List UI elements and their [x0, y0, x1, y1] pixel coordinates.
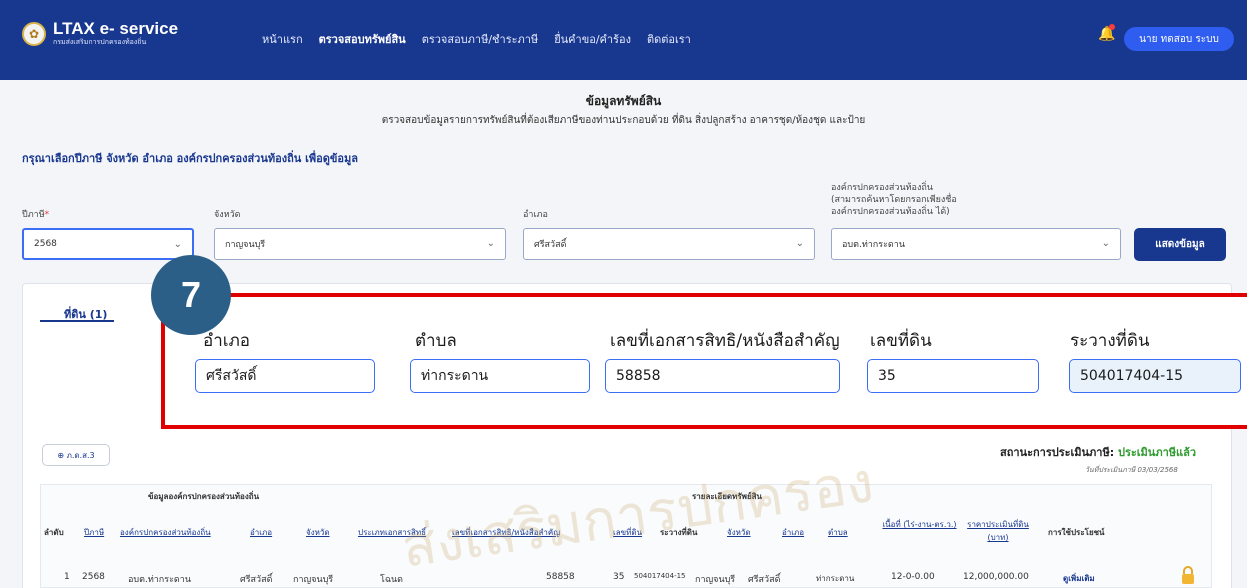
- cell-doc-no: 58858: [546, 572, 575, 582]
- detail-landno-label: เลขที่ดิน: [870, 331, 932, 351]
- table-group-detail: รายละเอียดทรัพย์สิน: [692, 492, 762, 501]
- cell-year: 2568: [82, 572, 105, 582]
- year-select[interactable]: 2568 ⌄: [22, 228, 194, 260]
- province-label: จังหวัด: [214, 210, 241, 220]
- detail-docno-label: เลขที่เอกสารสิทธิ/หนังสือสำคัญ: [610, 331, 840, 351]
- pds3-doc-button[interactable]: ⊕ ภ.ด.ส.3: [42, 444, 110, 466]
- district-select[interactable]: ศรีสวัสดิ์ ⌄: [523, 228, 815, 260]
- col-doc-no[interactable]: เลขที่เอกสารสิทธิ/หนังสือสำคัญ: [452, 526, 560, 539]
- logo-subtitle: กรมส่งเสริมการปกครองท้องถิ่น: [53, 38, 147, 46]
- main-nav: หน้าแรก ตรวจสอบทรัพย์สิน ตรวจสอบภาษี/ชำร…: [262, 30, 707, 48]
- chevron-down-icon: ⌄: [173, 239, 182, 250]
- detail-subdistrict-field[interactable]: ท่ากระดาน: [410, 359, 590, 393]
- cell-org: อบต.ท่ากระดาน: [128, 575, 191, 585]
- assessment-status: สถานะการประเมินภาษี: ประเมินภาษีแล้ว: [1000, 446, 1196, 459]
- cell-survey: 504017404-15: [634, 572, 686, 580]
- cell-province-2: กาญจนบุรี: [695, 575, 736, 585]
- tab-active-indicator: [40, 320, 114, 322]
- detail-landno-field[interactable]: 35: [867, 359, 1039, 393]
- chevron-down-icon: ⌄: [1101, 238, 1110, 249]
- page-subtitle: ตรวจสอบข้อมูลรายการทรัพย์สินที่ต้องเสียภ…: [381, 115, 866, 126]
- detail-highlight-box: อำเภอ ตำบล เลขที่เอกสารสิทธิ/หนังสือสำคั…: [161, 293, 1247, 429]
- cell-district-2: ศรีสวัสดิ์: [748, 575, 781, 585]
- col-district-2[interactable]: อำเภอ: [782, 526, 804, 539]
- detail-district-label: อำเภอ: [203, 331, 250, 351]
- cell-subdistrict: ท่ากระดาน: [816, 574, 855, 583]
- detail-subdistrict-label: ตำบล: [415, 331, 457, 351]
- col-province-2[interactable]: จังหวัด: [727, 526, 751, 539]
- lock-icon[interactable]: [1181, 566, 1195, 584]
- assessment-date: วันที่ประเมินภาษี 03/03/2568: [1085, 466, 1178, 474]
- nav-requests[interactable]: ยื่นคำขอ/คำร้อง: [554, 30, 631, 48]
- cell-doc-type: โฉนด: [380, 575, 403, 585]
- org-label: องค์กรปกครองส่วนท้องถิ่น (สามารถค้นหาโดย…: [831, 183, 957, 217]
- top-navbar: ✿ LTAX e- service กรมส่งเสริมการปกครองท้…: [0, 0, 1247, 80]
- col-index: ลำดับ: [44, 528, 64, 537]
- chevron-down-icon: ⌄: [795, 238, 804, 249]
- detail-survey-field[interactable]: 504017404-15: [1069, 359, 1241, 393]
- cell-province: กาญจนบุรี: [293, 575, 334, 585]
- district-label: อำเภอ: [523, 210, 548, 220]
- col-appraisal[interactable]: ราคาประเมินที่ดิน (บาท): [963, 518, 1033, 544]
- detail-survey-label: ระวางที่ดิน: [1070, 331, 1150, 351]
- col-year[interactable]: ปีภาษี: [84, 526, 104, 539]
- col-province[interactable]: จังหวัด: [306, 526, 330, 539]
- filter-instruction: กรุณาเลือกปีภาษี จังหวัด อำเภอ องค์กรปกค…: [22, 152, 358, 165]
- nav-home[interactable]: หน้าแรก: [262, 30, 303, 48]
- cell-land-no: 35: [613, 572, 625, 582]
- user-menu-button[interactable]: นาย ทดสอบ ระบบ: [1124, 27, 1234, 51]
- col-land-no[interactable]: เลขที่ดิน: [613, 526, 642, 539]
- cell-district: ศรีสวัสดิ์: [240, 575, 273, 585]
- logo-title: LTAX e- service: [53, 19, 179, 38]
- col-subdistrict[interactable]: ตำบล: [828, 526, 848, 539]
- col-district[interactable]: อำเภอ: [250, 526, 272, 539]
- nav-check-property[interactable]: ตรวจสอบทรัพย์สิน: [319, 30, 406, 48]
- cell-index: 1: [64, 572, 70, 582]
- show-data-button[interactable]: แสดงข้อมูล: [1134, 228, 1226, 261]
- view-more-link[interactable]: ดูเพิ่มเติม: [1063, 572, 1095, 585]
- col-survey: ระวางที่ดิน: [660, 528, 698, 537]
- year-label: ปีภาษี*: [22, 210, 50, 220]
- province-select[interactable]: กาญจนบุรี ⌄: [214, 228, 506, 260]
- col-usage: การใช้ประโยชน์: [1048, 528, 1105, 537]
- detail-docno-field[interactable]: 58858: [605, 359, 840, 393]
- col-area[interactable]: เนื้อที่ (ไร่-งาน-ตร.ว.): [882, 518, 957, 531]
- notification-dot: [1109, 24, 1115, 30]
- table-group-org: ข้อมูลองค์กรปกครองส่วนท้องถิ่น: [148, 492, 260, 501]
- col-org[interactable]: องค์กรปกครองส่วนท้องถิ่น: [120, 526, 211, 539]
- nav-check-tax[interactable]: ตรวจสอบภาษี/ชำระภาษี: [422, 30, 539, 48]
- step-number-badge: 7: [151, 255, 231, 335]
- logo-emblem-icon: ✿: [22, 21, 46, 46]
- page-title: ข้อมูลทรัพย์สิน: [585, 94, 662, 108]
- nav-contact[interactable]: ติดต่อเรา: [647, 30, 691, 48]
- chevron-down-icon: ⌄: [486, 238, 495, 249]
- col-doc-type[interactable]: ประเภทเอกสารสิทธิ์: [358, 526, 426, 539]
- app-logo[interactable]: ✿ LTAX e- service กรมส่งเสริมการปกครองท้…: [22, 20, 178, 47]
- detail-district-field[interactable]: ศรีสวัสดิ์: [195, 359, 375, 393]
- cell-area: 12-0-0.00: [891, 572, 935, 582]
- org-select[interactable]: อบต.ท่ากระดาน ⌄: [831, 228, 1121, 260]
- cell-appraisal: 12,000,000.00: [963, 572, 1029, 582]
